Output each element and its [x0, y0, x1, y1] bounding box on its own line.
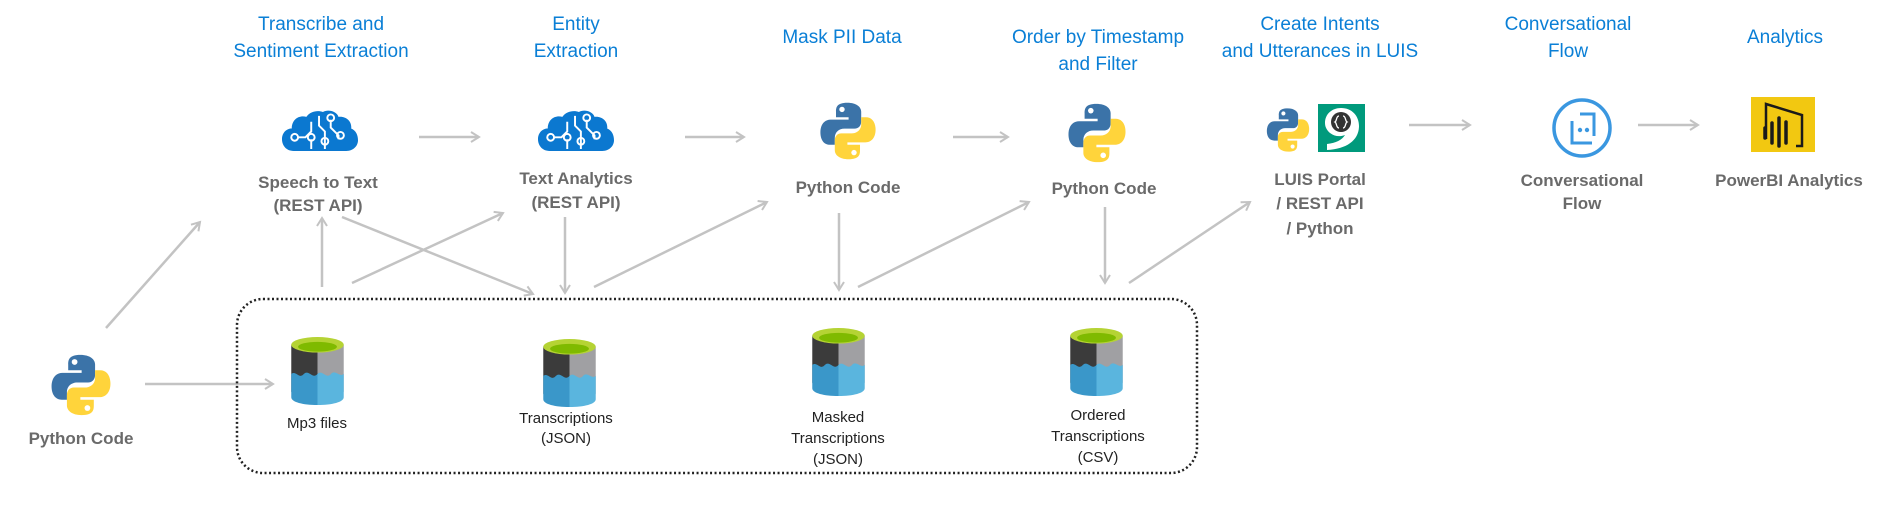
stage-title-entity-extraction: Entity Extraction: [534, 14, 618, 62]
node-order-python: Python Code: [1052, 103, 1157, 198]
powerbi-icon: [1751, 97, 1815, 152]
svg-text:(JSON): (JSON): [541, 430, 591, 447]
svg-text:Ordered: Ordered: [1070, 407, 1125, 424]
arrow-ordered-to-luis: [1128, 200, 1252, 285]
svg-text:Conversational: Conversational: [1521, 171, 1644, 190]
svg-text:/ Python: / Python: [1286, 219, 1353, 238]
svg-text:(JSON): (JSON): [813, 451, 863, 468]
svg-text:Mp3 files: Mp3 files: [287, 415, 347, 432]
stage-title-analytics: Analytics: [1747, 27, 1823, 48]
svg-text:Analytics: Analytics: [1747, 27, 1823, 48]
svg-text:and Filter: and Filter: [1058, 54, 1138, 75]
svg-text:Python Code: Python Code: [796, 178, 901, 197]
svg-text:Text Analytics: Text Analytics: [519, 169, 632, 188]
svg-text:Sentiment Extraction: Sentiment Extraction: [233, 41, 408, 62]
cognitive-services-brain-icon: [282, 110, 358, 151]
storage-cylinder-icon: [1070, 328, 1123, 396]
pipeline-diagram: Transcribe and Sentiment Extraction Enti…: [29, 14, 1863, 475]
svg-text:Transcriptions: Transcriptions: [519, 410, 613, 427]
arrow-source-to-speech: [105, 220, 202, 329]
svg-text:Entity: Entity: [552, 14, 600, 35]
svg-text:Masked: Masked: [812, 409, 865, 426]
storage-mp3-files: Mp3 files: [287, 337, 347, 432]
node-luis: LUIS Portal / REST API / Python: [1266, 104, 1366, 238]
svg-text:Create Intents: Create Intents: [1260, 14, 1379, 35]
flow-arrows: [105, 119, 1700, 390]
node-text-analytics: Text Analytics (REST API): [519, 110, 633, 212]
svg-text:and Utterances in LUIS: and Utterances in LUIS: [1222, 41, 1418, 62]
svg-text:(REST API): (REST API): [273, 196, 362, 215]
storage-cylinder-icon: [812, 328, 865, 396]
node-mask-python: Python Code: [796, 102, 901, 197]
svg-text:Python Code: Python Code: [1052, 179, 1157, 198]
python-icon: [51, 354, 111, 416]
svg-text:PowerBI Analytics: PowerBI Analytics: [1715, 171, 1863, 190]
python-icon: [820, 102, 876, 160]
cognitive-services-brain-icon: [538, 110, 614, 151]
svg-text:(REST API): (REST API): [531, 193, 620, 212]
svg-text:Transcriptions: Transcriptions: [1051, 428, 1145, 445]
svg-text:Python Code: Python Code: [29, 429, 134, 448]
svg-text:Extraction: Extraction: [534, 41, 618, 62]
stage-title-luis: Create Intents and Utterances in LUIS: [1222, 14, 1418, 62]
stage-title-mask-pii: Mask PII Data: [782, 27, 902, 48]
stage-title-transcribe: Transcribe and Sentiment Extraction: [233, 14, 408, 62]
luis-icon: [1318, 104, 1365, 152]
svg-text:Order by Timestamp: Order by Timestamp: [1012, 27, 1184, 48]
arrow-transcriptions-to-mask: [593, 200, 769, 289]
storage-cylinder-icon: [543, 339, 596, 407]
storage-group-boundary: [235, 297, 1199, 475]
bot-chat-icon: [1552, 98, 1612, 158]
svg-text:Conversational: Conversational: [1505, 14, 1632, 35]
svg-text:Mask PII Data: Mask PII Data: [782, 27, 902, 48]
svg-text:/ REST API: / REST API: [1276, 194, 1363, 213]
svg-text:Flow: Flow: [1548, 41, 1588, 62]
svg-text:Flow: Flow: [1563, 194, 1602, 213]
python-icon: [1068, 103, 1126, 163]
stage-title-order-filter: Order by Timestamp and Filter: [1012, 27, 1184, 75]
node-powerbi: PowerBI Analytics: [1715, 97, 1863, 190]
stage-title-conversational-flow: Conversational Flow: [1505, 14, 1632, 62]
storage-cylinder-icon: [291, 337, 344, 405]
svg-text:Transcriptions: Transcriptions: [791, 430, 885, 447]
svg-text:Transcribe and: Transcribe and: [258, 14, 384, 35]
storage-transcriptions: Transcriptions (JSON): [519, 339, 613, 447]
svg-text:(CSV): (CSV): [1078, 449, 1119, 466]
svg-text:Speech to Text: Speech to Text: [258, 173, 378, 192]
arrow-masked-to-order: [857, 200, 1031, 289]
node-conversational-flow: Conversational Flow: [1521, 98, 1644, 213]
node-source-python: Python Code: [29, 354, 134, 448]
arrow-speech-to-transcriptions: [341, 215, 535, 297]
storage-masked-transcriptions: Masked Transcriptions (JSON): [791, 328, 885, 468]
svg-text:LUIS Portal: LUIS Portal: [1274, 170, 1366, 189]
storage-ordered-transcriptions: Ordered Transcriptions (CSV): [1051, 328, 1145, 466]
node-speech-to-text: Speech to Text (REST API): [258, 110, 378, 215]
python-icon: [1266, 108, 1310, 152]
